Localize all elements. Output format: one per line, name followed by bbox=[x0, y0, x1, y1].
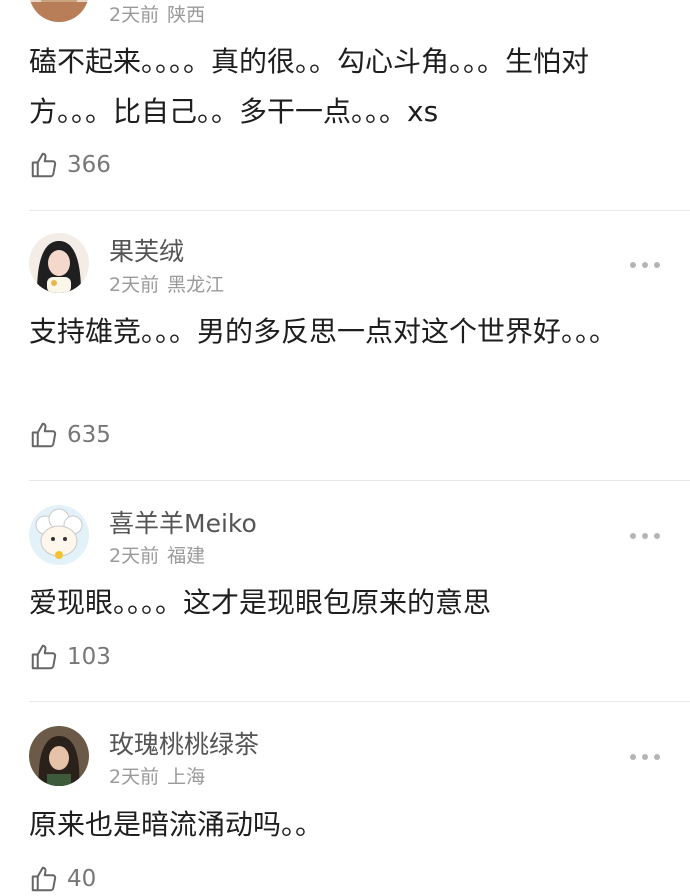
more-dot bbox=[642, 262, 648, 268]
like-count: 103 bbox=[67, 644, 111, 670]
comment-text: 磕不起来。。。。真的很。。勾心斗角。。。生怕对方。。。比自己。。多干一点。。。x… bbox=[29, 45, 590, 128]
more-dot bbox=[654, 262, 660, 268]
like-count: 366 bbox=[67, 152, 111, 178]
comment-time: 2天前 bbox=[109, 4, 160, 26]
comment-item: 喜羊羊Meiko 2天前 福建 爱现眼。。。。这才是现眼包原来的意思 103 bbox=[0, 481, 690, 702]
comment-location: 福建 bbox=[167, 545, 206, 567]
comment-item: 玫瑰桃桃绿茶 2天前 上海 原来也是暗流涌动吗。。 40 bbox=[0, 702, 690, 895]
avatar[interactable] bbox=[29, 505, 89, 565]
comment-time: 2天前 bbox=[109, 274, 160, 296]
more-dots-icon bbox=[630, 262, 636, 268]
thumbs-up-icon bbox=[31, 866, 57, 892]
more-dot bbox=[642, 533, 648, 539]
comment-location: 上海 bbox=[167, 766, 206, 788]
more-dots-icon bbox=[630, 754, 636, 760]
comment-location: 黑龙江 bbox=[167, 274, 225, 296]
comment-meta: 2天前 陕西 bbox=[109, 3, 205, 27]
comment-meta: 2天前 福建 bbox=[109, 544, 205, 568]
thumbs-up-icon bbox=[31, 152, 57, 178]
thumbs-up-icon bbox=[31, 422, 57, 448]
comment-time: 2天前 bbox=[109, 766, 160, 788]
like-button[interactable]: 366 bbox=[29, 148, 111, 182]
more-dot bbox=[654, 533, 660, 539]
comment-author[interactable]: 玫瑰桃桃绿茶 bbox=[109, 730, 259, 760]
more-dot bbox=[642, 754, 648, 760]
thumbs-up-icon bbox=[31, 644, 57, 670]
avatar[interactable] bbox=[29, 726, 89, 786]
like-count: 635 bbox=[67, 422, 111, 448]
comment-time: 2天前 bbox=[109, 545, 160, 567]
comment-text: 爱现眼。。。。这才是现眼包原来的意思 bbox=[29, 586, 492, 619]
comment-text: 原来也是暗流涌动吗。。 bbox=[29, 808, 324, 841]
more-options-button[interactable] bbox=[630, 261, 660, 269]
comment-text: 支持雄竞。。。男的多反思一点对这个世界好。。。 bbox=[29, 315, 618, 348]
comment-meta: 2天前 上海 bbox=[109, 765, 205, 789]
like-button[interactable]: 40 bbox=[29, 862, 96, 896]
more-options-button[interactable] bbox=[630, 532, 660, 540]
avatar[interactable] bbox=[29, 233, 89, 293]
like-button[interactable]: 635 bbox=[29, 418, 111, 452]
comment-meta: 2天前 黑龙江 bbox=[109, 273, 224, 297]
avatar[interactable] bbox=[29, 0, 89, 22]
more-dot bbox=[654, 754, 660, 760]
comment-author[interactable]: 果芙绒 bbox=[109, 237, 184, 267]
like-button[interactable]: 103 bbox=[29, 640, 111, 674]
more-dots-icon bbox=[630, 533, 636, 539]
comment-item: 果芙绒 2天前 黑龙江 支持雄竞。。。男的多反思一点对这个世界好。。。 635 bbox=[0, 211, 690, 481]
like-count: 40 bbox=[67, 866, 97, 892]
more-options-button[interactable] bbox=[630, 753, 660, 761]
comment-item: 2天前 陕西 磕不起来。。。。真的很。。勾心斗角。。。生怕对方。。。比自己。。多干… bbox=[0, 0, 690, 211]
comment-author[interactable]: 喜羊羊Meiko bbox=[109, 509, 257, 539]
comment-location: 陕西 bbox=[167, 4, 206, 26]
